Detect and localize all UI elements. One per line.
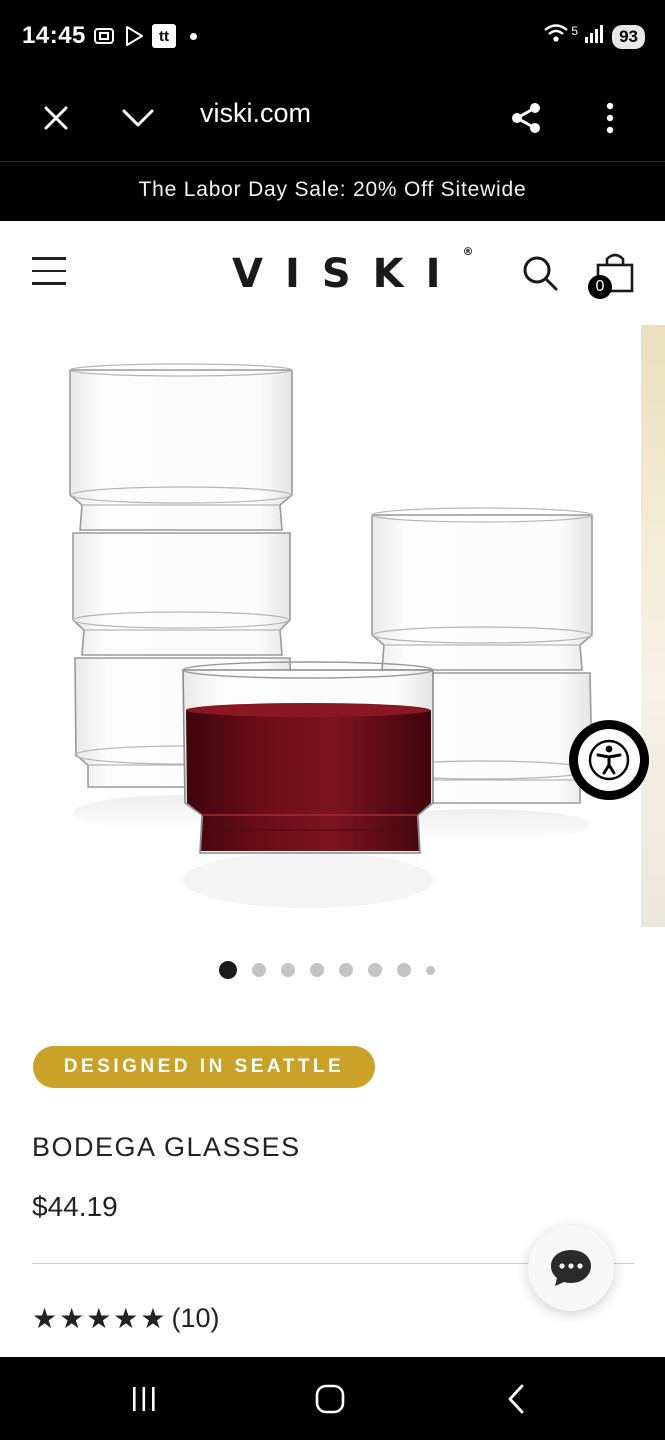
status-bar: 14:45 tt 5 93	[0, 0, 665, 76]
promo-banner[interactable]: The Labor Day Sale: 20% Off Sitewide	[0, 162, 665, 221]
network-type: 5	[571, 23, 579, 38]
battery-indicator: 93	[612, 24, 645, 49]
wifi-icon	[543, 22, 573, 51]
url-text[interactable]: viski.com	[200, 98, 311, 129]
status-left-icons: tt	[92, 24, 197, 48]
next-slide-preview[interactable]	[641, 325, 665, 927]
carousel-dot-4[interactable]	[309, 963, 324, 977]
cart-count-badge: 0	[588, 275, 612, 299]
review-count: (10)	[171, 1303, 220, 1333]
tt-app-label: tt	[159, 27, 169, 45]
screenshot-icon	[92, 24, 116, 48]
carousel-dot-2[interactable]	[251, 963, 266, 977]
play-store-icon	[122, 24, 146, 48]
accessibility-button[interactable]	[569, 720, 649, 800]
product-title: BODEGA GLASSES	[32, 1132, 301, 1162]
notification-dot	[190, 32, 197, 40]
product-rating[interactable]: ★★★★★ (10)	[32, 1302, 220, 1335]
carousel-dot-7[interactable]	[396, 963, 411, 977]
carousel-dot-1[interactable]	[218, 961, 237, 979]
recent-apps-icon[interactable]	[124, 1379, 164, 1419]
carousel-dot-6[interactable]	[367, 963, 382, 977]
carousel-dots	[0, 960, 665, 980]
status-time: 14:45	[22, 22, 86, 49]
product-image	[69, 363, 593, 908]
designed-in-badge: DESIGNED IN SEATTLE	[33, 1046, 375, 1088]
registered-mark: ®	[462, 244, 474, 258]
share-icon[interactable]	[506, 98, 546, 138]
carousel-dot-8[interactable]	[425, 965, 435, 975]
chevron-down-icon[interactable]	[118, 98, 158, 138]
tt-app-icon: tt	[152, 24, 176, 48]
carousel-dot-5[interactable]	[338, 963, 353, 977]
viski-logo[interactable]: VISKI®	[232, 245, 474, 297]
back-icon[interactable]	[496, 1379, 536, 1419]
product-price: $44.19	[32, 1191, 118, 1222]
carousel-dot-3[interactable]	[280, 963, 295, 977]
more-vertical-icon[interactable]	[590, 98, 630, 138]
close-icon[interactable]	[36, 98, 76, 138]
accessibility-icon	[578, 729, 640, 791]
site-header: VISKI® 0	[0, 221, 665, 325]
logo-text: VISKI	[232, 251, 463, 297]
status-right: 5 93	[543, 22, 645, 51]
product-image-gallery[interactable]	[0, 325, 665, 927]
cart-button[interactable]: 0	[588, 249, 638, 299]
signal-icon	[584, 23, 606, 50]
system-nav-bar	[0, 1357, 665, 1440]
menu-icon[interactable]	[32, 257, 66, 287]
chat-icon	[551, 1250, 591, 1286]
search-icon[interactable]	[520, 253, 560, 293]
browser-toolbar: viski.com	[0, 76, 665, 162]
rating-stars: ★★★★★	[32, 1303, 168, 1334]
home-icon[interactable]	[310, 1379, 350, 1419]
chat-button[interactable]	[528, 1225, 614, 1311]
